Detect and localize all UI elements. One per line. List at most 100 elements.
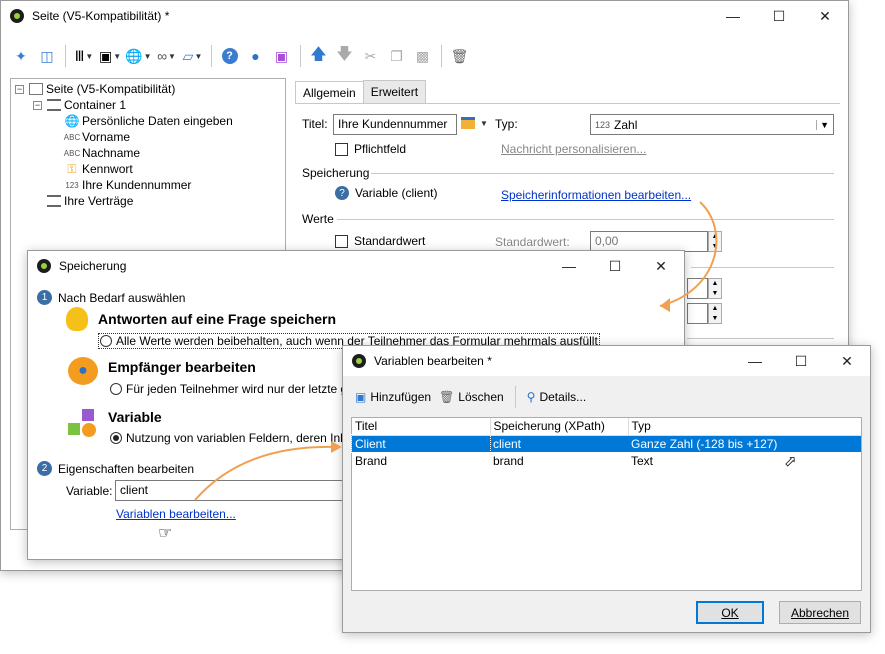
close-icon[interactable]: ✕ — [802, 1, 848, 31]
database-icon[interactable]: ◫ — [36, 44, 58, 68]
arrow-down-icon[interactable]: 🡇 — [334, 44, 356, 68]
hidden-input-a[interactable] — [687, 278, 708, 299]
variables-dialog: Variablen bearbeiten * — ☐ ✕ ▣ Hinzufüge… — [342, 345, 871, 633]
toolbar-separator — [210, 45, 212, 67]
column-header-xpath[interactable]: Speicherung (XPath) — [490, 418, 629, 435]
minimize-icon[interactable]: — — [546, 251, 592, 281]
tab-advanced[interactable]: Erweitert — [362, 80, 427, 103]
add-element-icon[interactable]: ▣ ▼ — [99, 44, 121, 68]
help-icon[interactable]: ? — [219, 44, 241, 68]
column-header-title[interactable]: Titel — [352, 418, 491, 435]
container-icon — [47, 195, 61, 207]
maximize-icon[interactable]: ☐ — [756, 1, 802, 31]
tree-item-password[interactable]: ⚿ Kennwort — [65, 161, 132, 177]
tree-item-customer-number[interactable]: 123 Ihre Kundennummer — [65, 177, 191, 193]
toolbar-separator — [514, 386, 516, 408]
calendar-icon[interactable] — [461, 117, 475, 129]
user-icon[interactable]: ● — [245, 44, 267, 68]
required-checkbox[interactable] — [335, 142, 348, 156]
wand-icon[interactable]: ✦ — [10, 44, 32, 68]
add-block-icon[interactable]: ▣ — [271, 44, 293, 68]
close-icon[interactable]: ✕ — [824, 346, 870, 376]
cut-icon[interactable]: ✂ — [360, 44, 382, 68]
hidden-input-b[interactable] — [687, 303, 708, 324]
row-xpath: client — [493, 436, 522, 451]
table-row[interactable]: Client client Ganze Zahl (-128 bis +127) — [351, 434, 861, 453]
default-value-spinner[interactable]: ▲ ▼ — [708, 231, 722, 252]
calendar-dropdown-icon[interactable]: ▼ — [480, 119, 488, 128]
add-icon: ▣ — [355, 390, 367, 404]
tree-item-contracts[interactable]: Ihre Verträge — [47, 193, 133, 209]
cube-icon[interactable]: ▱ ▼ — [182, 44, 204, 68]
column-header-type[interactable]: Typ — [628, 418, 861, 435]
delete-icon[interactable]: 🗑 — [449, 44, 471, 68]
tree-item-container[interactable]: − Container 1 — [33, 97, 126, 113]
option-title: Variable — [108, 409, 162, 425]
option-desc: Für jeden Teilnehmer wird nur der letzte… — [126, 382, 348, 396]
section-divider — [687, 338, 834, 339]
ok-button[interactable]: OK — [696, 601, 764, 624]
minimize-icon[interactable]: — — [732, 346, 778, 376]
tree-item-lastname[interactable]: ABC Nachname — [63, 145, 140, 161]
title-input[interactable]: Ihre Kundennummer — [333, 114, 457, 135]
spinner-a[interactable]: ▲ ▼ — [708, 278, 722, 299]
container-icon — [47, 99, 61, 111]
spinner-b[interactable]: ▲ ▼ — [708, 303, 722, 324]
close-icon[interactable]: ✕ — [638, 251, 684, 281]
variables-table: Titel Speicherung (XPath) Typ Client cli… — [351, 417, 862, 591]
maximize-icon[interactable]: ☐ — [778, 346, 824, 376]
cancel-button[interactable]: Abbrechen — [779, 601, 861, 624]
storage-info-row: ? Variable (client) — [335, 186, 437, 200]
type-select[interactable]: 123 Zahl ▼ — [590, 114, 834, 135]
tree-item-firstname[interactable]: ABC Vorname — [64, 129, 130, 145]
tree-item-label: Ihre Verträge — [64, 194, 134, 208]
option-radio-row[interactable]: Für jeden Teilnehmer wird nur der letzte… — [110, 382, 347, 396]
storage-dialog-title: Speicherung — [59, 259, 127, 273]
variable-input[interactable]: client — [115, 480, 345, 501]
tree-item-label: Seite (V5-Kompatibilität) — [46, 82, 176, 96]
option-radio-variable[interactable] — [110, 432, 122, 444]
type-label: Typ: — [495, 117, 518, 131]
tree-item-page[interactable]: − Seite (V5-Kompatibilität) — [15, 81, 175, 97]
option-radio-answers[interactable] — [100, 335, 112, 347]
step-1: 1 Nach Bedarf auswählen — [37, 290, 185, 305]
globe-icon[interactable]: 🌐 ▼ — [125, 44, 151, 68]
default-value-input[interactable]: 0,00 — [590, 231, 708, 252]
copy-icon[interactable]: ❐ — [386, 44, 408, 68]
paste-icon[interactable]: ▩ — [412, 44, 434, 68]
add-button[interactable]: ▣ Hinzufügen — [355, 390, 431, 404]
option-radio-row[interactable]: Nutzung von variablen Feldern, deren Inh — [110, 431, 347, 445]
toolbar-separator — [65, 45, 66, 67]
collapse-icon[interactable]: − — [33, 100, 42, 110]
maximize-icon[interactable]: ☐ — [592, 251, 638, 281]
arrow-up-icon[interactable]: 🡅 — [308, 44, 330, 68]
tab-general[interactable]: Allgemein — [295, 81, 364, 104]
row-type: Text — [631, 453, 654, 468]
section-divider — [371, 173, 834, 174]
mouse-pointer-icon: ⬀ — [784, 453, 797, 470]
step-label: Nach Bedarf auswählen — [58, 290, 186, 305]
text-cursor-icon[interactable]: Ⅲ ▼ — [73, 44, 95, 68]
variables-toolbar: ▣ Hinzufügen 🗑 Löschen ⚲ Details... — [355, 386, 586, 408]
required-checkbox-row[interactable]: Pflichtfeld — [335, 142, 406, 156]
link-icon[interactable]: ∞ ▼ — [156, 44, 178, 68]
abc-icon: ABC — [63, 148, 81, 158]
row-title: Client — [351, 434, 491, 453]
key-icon: ⚿ — [67, 161, 77, 176]
minimize-icon[interactable]: — — [710, 1, 756, 31]
default-checkbox[interactable] — [335, 234, 348, 248]
hand-cursor-icon: ☞ — [158, 525, 173, 542]
step-2: 2 Eigenschaften bearbeiten — [37, 461, 194, 476]
edit-variables-link[interactable]: Variablen bearbeiten... — [116, 507, 236, 521]
collapse-icon[interactable]: − — [15, 84, 24, 94]
trash-icon: 🗑 — [439, 390, 455, 404]
option-radio-recipients[interactable] — [110, 383, 122, 395]
delete-label: Löschen — [458, 390, 504, 404]
tree-item-personal-data[interactable]: 🌐 Persönliche Daten eingeben — [65, 113, 233, 129]
values-section-title: Werte — [302, 212, 334, 226]
delete-button[interactable]: 🗑 Löschen — [439, 390, 504, 404]
edit-storage-link[interactable]: Speicherinformationen bearbeiten... — [501, 188, 691, 202]
details-button[interactable]: ⚲ Details... — [527, 390, 586, 404]
personalize-link[interactable]: Nachricht personalisieren... — [501, 142, 646, 156]
default-checkbox-row[interactable]: Standardwert — [335, 234, 425, 248]
